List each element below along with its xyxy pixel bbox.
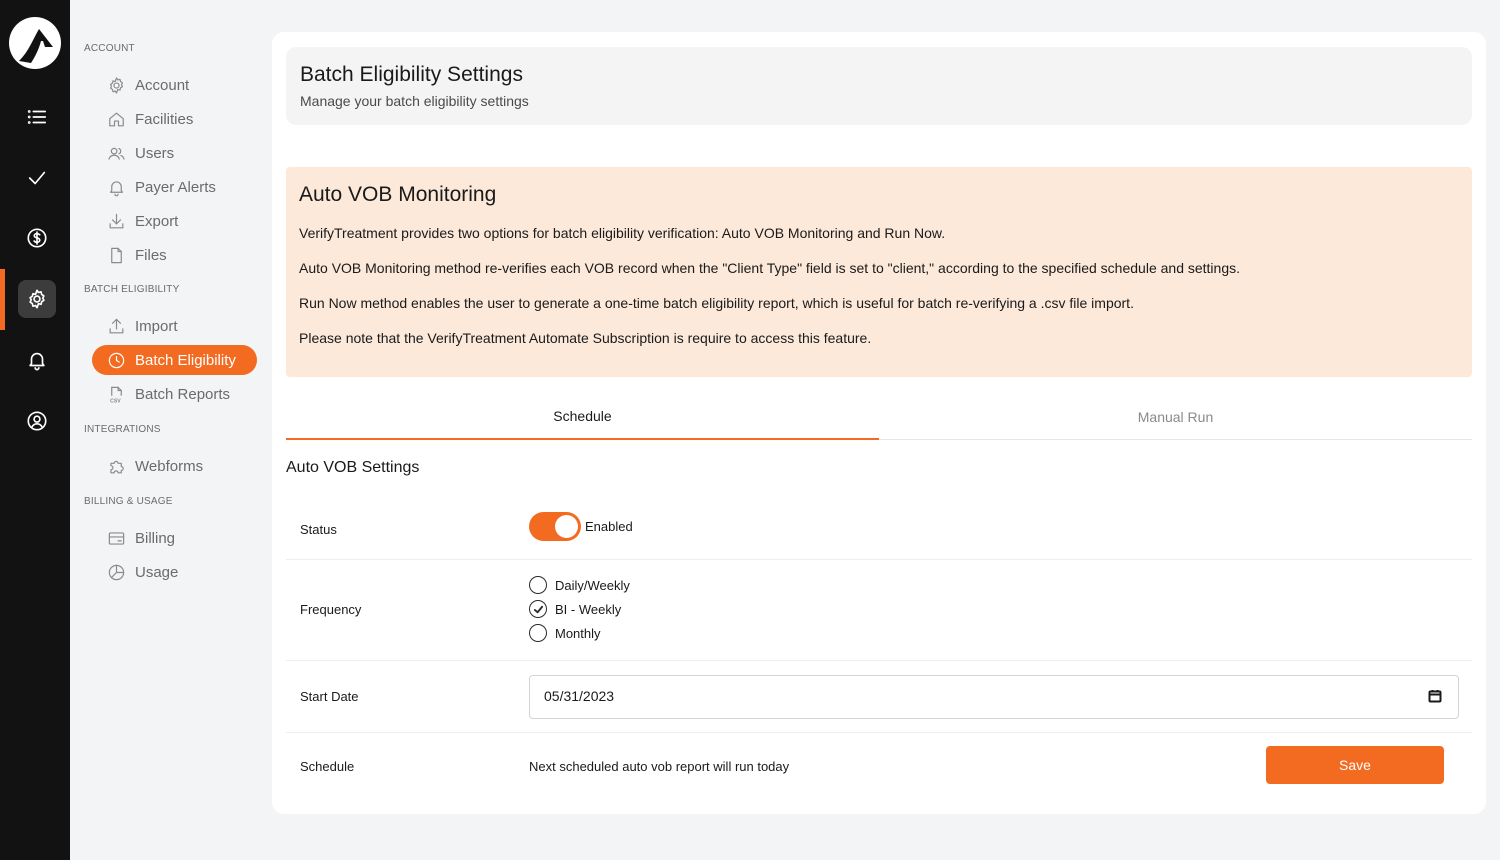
radio-label: Monthly (555, 625, 601, 641)
status-row: Status Enabled (286, 502, 1472, 560)
credit-card-icon (106, 528, 126, 548)
bell-icon[interactable] (18, 341, 56, 379)
brand-logo-icon[interactable] (9, 17, 61, 69)
info-title: Auto VOB Monitoring (299, 183, 497, 206)
section-label-account: ACCOUNT (84, 43, 135, 54)
info-paragraph: Auto VOB Monitoring method re-verifies e… (299, 260, 1241, 276)
users-icon (106, 143, 126, 163)
sidebar-item-label: Export (135, 212, 179, 230)
sidebar-item-usage[interactable]: Usage (92, 557, 257, 587)
pie-chart-icon (106, 562, 126, 582)
sidebar-item-label: Import (135, 317, 178, 335)
sidebar-item-webforms[interactable]: Webforms (92, 451, 257, 481)
file-icon (106, 245, 126, 265)
sidebar-item-facilities[interactable]: Facilities (92, 104, 257, 134)
active-indicator (0, 269, 5, 330)
main-panel: Batch Eligibility Settings Manage your b… (272, 32, 1486, 814)
section-label-integrations: INTEGRATIONS (84, 424, 161, 435)
svg-text:CSV: CSV (110, 398, 121, 404)
sidebar-item-batch-eligibility[interactable]: Batch Eligibility (92, 345, 257, 375)
section-title: Auto VOB Settings (286, 459, 420, 476)
start-date-input[interactable] (544, 688, 844, 704)
info-box: Auto VOB Monitoring VerifyTreatment prov… (286, 167, 1472, 377)
icon-rail (0, 0, 70, 860)
sidebar-item-billing[interactable]: Billing (92, 523, 257, 553)
toggle-knob (555, 515, 578, 538)
sidebar-item-label: Webforms (135, 457, 204, 475)
frequency-label: Frequency (300, 602, 362, 617)
check-icon[interactable] (18, 159, 56, 197)
page-header: Batch Eligibility Settings Manage your b… (286, 47, 1472, 125)
sidebar-item-label: Usage (135, 563, 179, 581)
schedule-text: Next scheduled auto vob report will run … (529, 759, 790, 774)
tab-manual-run[interactable]: Manual Run (879, 394, 1472, 440)
clock-icon (106, 350, 126, 370)
sidebar-item-files[interactable]: Files (92, 240, 257, 270)
info-paragraph: Run Now method enables the user to gener… (299, 295, 1134, 311)
sidebar-item-import[interactable]: Import (92, 311, 257, 341)
sidebar-item-label: Files (135, 246, 167, 264)
frequency-row: Frequency Daily/Weekly BI - Weekly Month… (286, 560, 1472, 661)
save-button[interactable]: Save (1266, 746, 1444, 784)
sidebar-item-label: Users (135, 144, 175, 162)
sidebar-item-batch-reports[interactable]: CSV Batch Reports (92, 379, 257, 409)
sidebar-item-payer-alerts[interactable]: Payer Alerts (92, 172, 257, 202)
status-value: Enabled (585, 519, 633, 534)
sidebar-item-label: Payer Alerts (135, 178, 216, 196)
radio-checked-icon (529, 600, 547, 618)
radio-circle (529, 576, 547, 594)
sidebar-item-account[interactable]: Account (92, 70, 257, 100)
sidebar-item-export[interactable]: Export (92, 206, 257, 236)
section-label-batch-eligibility: BATCH ELIGIBILITY (84, 284, 180, 295)
info-paragraph: VerifyTreatment provides two options for… (299, 225, 946, 241)
section-label-billing-usage: BILLING & USAGE (84, 496, 173, 507)
sidebar-item-users[interactable]: Users (92, 138, 257, 168)
frequency-radio-group: Daily/Weekly BI - Weekly Monthly (529, 573, 630, 645)
sidebar-item-label: Batch Eligibility (135, 351, 236, 369)
start-date-row: Start Date (286, 661, 1472, 733)
calendar-icon[interactable] (1428, 689, 1444, 705)
radio-bi-weekly[interactable]: BI - Weekly (529, 597, 630, 621)
start-date-label: Start Date (300, 689, 359, 704)
settings-sidebar: ACCOUNT Account Facilities Users Payer A… (70, 0, 270, 860)
start-date-field[interactable] (529, 675, 1459, 719)
page-title: Batch Eligibility Settings (300, 63, 523, 86)
dollar-icon[interactable] (18, 219, 56, 257)
tab-bar: Schedule Manual Run (286, 394, 1472, 440)
download-icon (106, 211, 126, 231)
radio-monthly[interactable]: Monthly (529, 621, 630, 645)
upload-icon (106, 316, 126, 336)
settings-gear-icon[interactable] (18, 280, 56, 318)
radio-circle (529, 624, 547, 642)
list-icon[interactable] (18, 98, 56, 136)
info-paragraph: Please note that the VerifyTreatment Aut… (299, 330, 872, 346)
home-icon (106, 109, 126, 129)
sidebar-item-label: Billing (135, 529, 176, 547)
puzzle-icon (106, 456, 126, 476)
sidebar-item-label: Account (135, 76, 190, 94)
tab-schedule[interactable]: Schedule (286, 394, 879, 440)
status-label: Status (300, 522, 337, 537)
status-toggle[interactable] (529, 512, 581, 541)
radio-daily-weekly[interactable]: Daily/Weekly (529, 573, 630, 597)
sidebar-item-label: Facilities (135, 110, 194, 128)
gear-icon (106, 75, 126, 95)
csv-file-icon: CSV (106, 384, 126, 404)
page-subtitle: Manage your batch eligibility settings (300, 93, 529, 109)
user-profile-icon[interactable] (18, 402, 56, 440)
radio-label: BI - Weekly (555, 601, 622, 617)
sidebar-item-label: Batch Reports (135, 385, 231, 403)
bell-icon (106, 177, 126, 197)
schedule-label: Schedule (300, 759, 355, 774)
radio-label: Daily/Weekly (555, 577, 630, 593)
